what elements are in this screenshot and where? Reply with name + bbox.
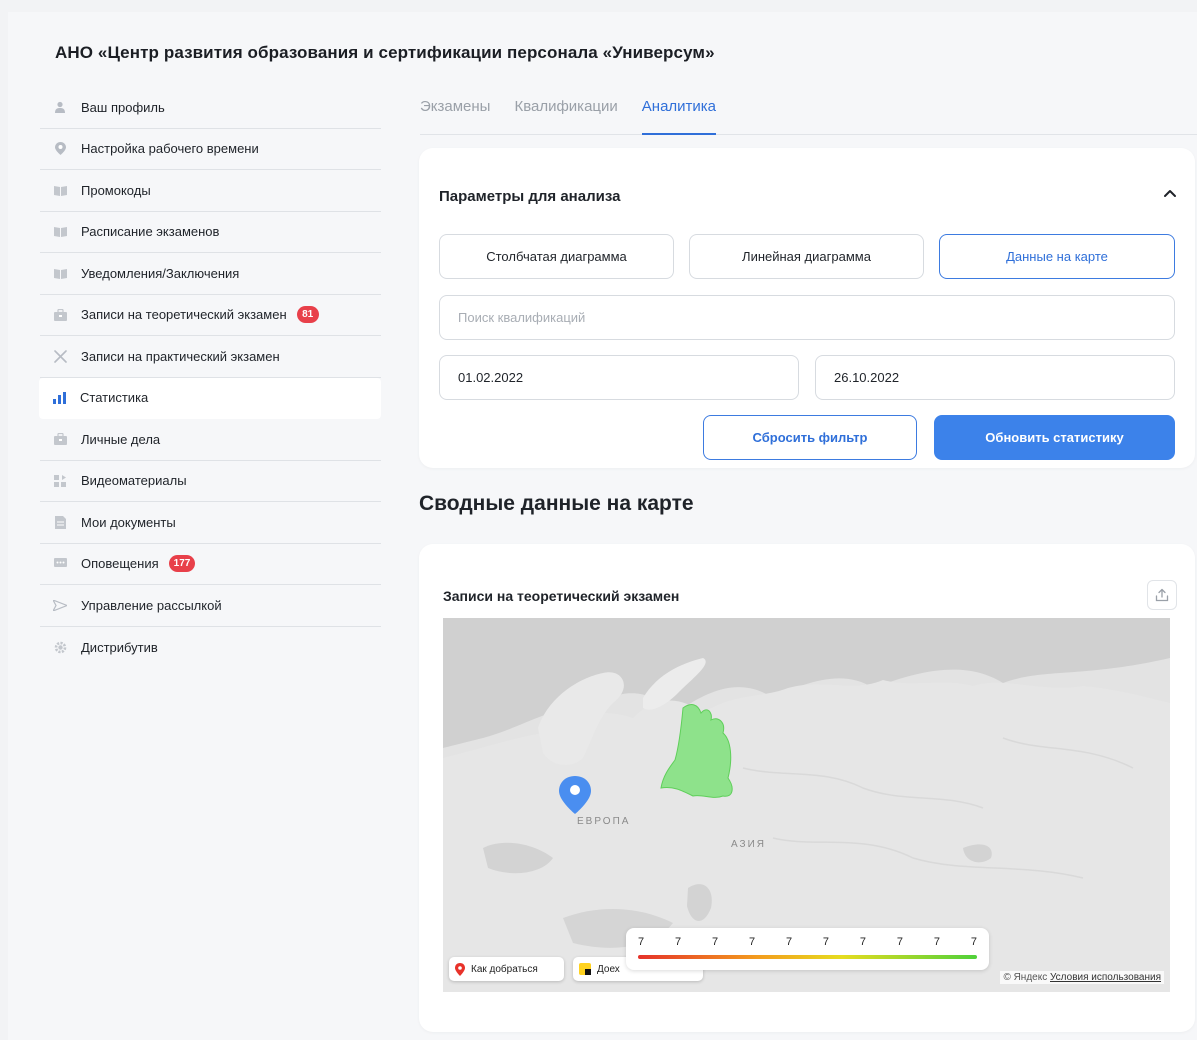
terms-link[interactable]: Условия использования: [1050, 972, 1161, 983]
tabs: Экзамены Квалификации Аналитика: [420, 95, 1197, 135]
map-card: Записи на теоретический экзамен ЕВРОПА А…: [419, 544, 1195, 1032]
sidebar-item-label: Настройка рабочего времени: [81, 141, 259, 157]
video-icon: [53, 474, 67, 488]
send-icon: [53, 598, 67, 612]
sidebar: Ваш профиль Настройка рабочего времени П…: [39, 87, 381, 669]
count-badge: 81: [296, 306, 319, 324]
map-card-title: Записи на теоретический экзамен: [443, 588, 680, 604]
taxi-icon: [579, 963, 591, 975]
legend-value: 7: [748, 936, 756, 948]
asia-label: АЗИЯ: [731, 839, 767, 850]
map-legend: 7 7 7 7 7 7 7 7 7 7: [626, 928, 989, 970]
legend-gradient-bar: [638, 955, 977, 959]
legend-value: 7: [859, 936, 867, 948]
sidebar-item-label: Дистрибутив: [81, 639, 158, 655]
route-button[interactable]: Как добраться: [449, 957, 564, 981]
sidebar-item-label: Мои документы: [81, 514, 176, 530]
page: АНО «Центр развития образования и сертиф…: [8, 12, 1197, 1040]
legend-value: 7: [933, 936, 940, 948]
legend-value: 7: [822, 936, 830, 948]
legend-value: 7: [896, 936, 904, 948]
update-statistics-button[interactable]: Обновить статистику: [934, 415, 1175, 460]
sidebar-item-videos[interactable]: Видеоматериалы: [40, 461, 381, 502]
qualification-search-input[interactable]: [439, 295, 1175, 340]
briefcase-icon: [53, 432, 67, 446]
sidebar-item-theory-exam-records[interactable]: Записи на теоретический экзамен 81: [40, 295, 381, 336]
legend-values: 7 7 7 7 7 7 7 7 7 7: [638, 936, 977, 948]
section-title: Сводные данные на карте: [419, 492, 694, 515]
book-icon: [53, 225, 67, 239]
date-from-field[interactable]: [439, 355, 799, 400]
bar-chart-button[interactable]: Столбчатая диаграмма: [439, 234, 674, 279]
sidebar-item-exam-schedule[interactable]: Расписание экзаменов: [40, 212, 381, 253]
sidebar-item-promocodes[interactable]: Промокоды: [40, 170, 381, 212]
map-data-button[interactable]: Данные на карте: [939, 234, 1175, 279]
book-icon: [53, 183, 67, 197]
legend-value: 7: [638, 936, 645, 948]
map-attribution: © Яндекс Условия использования: [1000, 971, 1164, 984]
export-button[interactable]: [1147, 580, 1177, 610]
tab-analytics[interactable]: Аналитика: [641, 95, 717, 135]
legend-value: 7: [970, 936, 977, 948]
europe-label: ЕВРОПА: [577, 816, 631, 827]
route-button-label: Как добраться: [471, 963, 538, 975]
sidebar-item-label: Записи на теоретический экзамен: [81, 307, 287, 323]
location-pin-icon: [53, 142, 67, 156]
briefcase-icon: [53, 308, 67, 322]
params-title: Параметры для анализа: [439, 188, 621, 205]
legend-value: 7: [785, 936, 793, 948]
gear-icon: [53, 640, 67, 654]
sidebar-item-label: Записи на практический экзамен: [81, 348, 280, 364]
tab-qualifications[interactable]: Квалификации: [514, 95, 617, 134]
chevron-up-icon[interactable]: [1161, 184, 1179, 202]
sidebar-item-label: Уведомления/Заключения: [81, 265, 240, 281]
sidebar-item-practical-exam-records[interactable]: Записи на практический экзамен: [40, 336, 381, 378]
sidebar-item-label: Видеоматериалы: [81, 473, 187, 489]
sidebar-item-label: Промокоды: [81, 182, 151, 198]
date-to-field[interactable]: [815, 355, 1175, 400]
sidebar-item-statistics[interactable]: Статистика: [39, 377, 381, 419]
reset-filter-button[interactable]: Сбросить фильтр: [703, 415, 917, 460]
analysis-params-card: Параметры для анализа Столбчатая диаграм…: [419, 148, 1195, 468]
bar-chart-icon: [52, 391, 66, 405]
sidebar-item-distributive[interactable]: Дистрибутив: [40, 627, 381, 669]
tab-exams[interactable]: Экзамены: [420, 95, 490, 134]
sidebar-item-label: Ваш профиль: [81, 99, 165, 115]
sidebar-item-work-time[interactable]: Настройка рабочего времени: [40, 129, 381, 170]
sidebar-item-label: Управление рассылкой: [81, 597, 222, 613]
sidebar-item-my-documents[interactable]: Мои документы: [40, 502, 381, 544]
legend-value: 7: [711, 936, 719, 948]
upload-icon: [1155, 588, 1169, 602]
taxi-button-label: Доех: [597, 963, 620, 975]
sidebar-item-profile[interactable]: Ваш профиль: [40, 87, 381, 129]
organization-title: АНО «Центр развития образования и сертиф…: [55, 43, 715, 62]
user-icon: [53, 100, 67, 114]
chat-icon: [53, 557, 67, 571]
tools-icon: [53, 349, 67, 363]
sidebar-item-label: Оповещения: [81, 556, 159, 572]
sidebar-item-mailing[interactable]: Управление рассылкой: [40, 585, 381, 627]
route-pin-icon: [455, 962, 465, 976]
legend-value: 7: [674, 936, 682, 948]
book-icon: [53, 266, 67, 280]
sidebar-item-label: Личные дела: [81, 431, 161, 447]
map-view[interactable]: ЕВРОПА АЗИЯ Как добраться Доех 7 7 7 7 7…: [443, 618, 1170, 992]
sidebar-item-label: Расписание экзаменов: [81, 224, 220, 240]
sidebar-item-notifications-conclusions[interactable]: Уведомления/Заключения: [40, 253, 381, 295]
sidebar-item-personal-files[interactable]: Личные дела: [40, 419, 381, 461]
copyright-text: © Яндекс: [1003, 972, 1048, 983]
sidebar-item-alerts[interactable]: Оповещения 177: [40, 544, 381, 585]
document-icon: [53, 515, 67, 529]
line-chart-button[interactable]: Линейная диаграмма: [689, 234, 924, 279]
count-badge: 177: [168, 555, 196, 573]
sidebar-item-label: Статистика: [80, 390, 149, 406]
